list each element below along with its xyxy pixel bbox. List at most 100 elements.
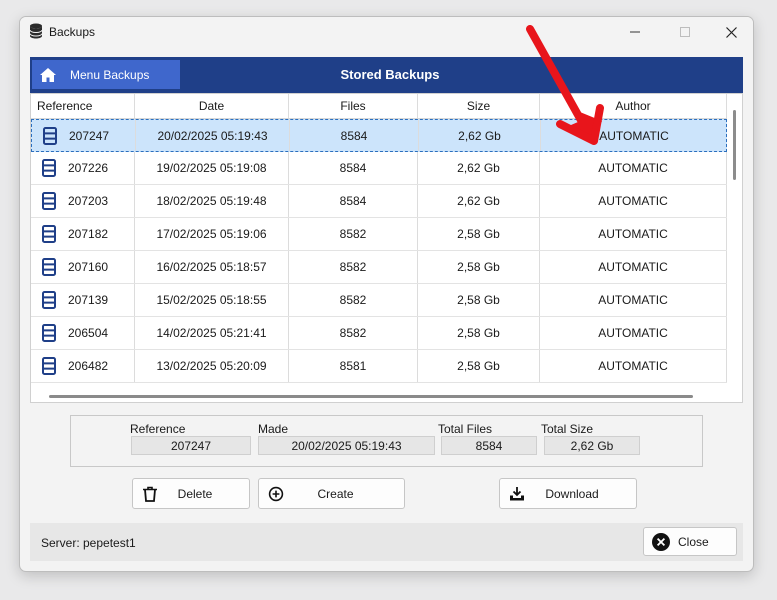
cell-author: AUTOMATIC — [540, 185, 727, 217]
server-label: Server: pepetest1 — [41, 536, 136, 550]
annotation-arrow-icon — [526, 25, 604, 145]
cell-author: AUTOMATIC — [540, 152, 727, 184]
backup-record-icon — [42, 258, 56, 276]
table-row[interactable]: 207203 18/02/2025 05:19:48 8584 2,62 Gb AUTO… — [31, 185, 727, 218]
table-row[interactable]: 206504 14/02/2025 05:21:41 8582 2,58 Gb AUTO… — [31, 317, 727, 350]
backup-record-icon — [42, 357, 56, 375]
table-body: 207247 20/02/2025 05:19:43 8584 2,62 Gb AUTO… — [31, 119, 727, 389]
trash-icon — [143, 486, 157, 502]
table-row[interactable]: 207247 20/02/2025 05:19:43 8584 2,62 Gb AUTO… — [31, 119, 727, 152]
cell-files: 8584 — [290, 120, 419, 151]
create-button[interactable]: Create — [258, 478, 405, 509]
column-header-files[interactable]: Files — [289, 94, 418, 118]
maximize-icon — [680, 27, 690, 37]
header-bar: Menu Backups Stored Backups — [30, 57, 743, 93]
cell-files: 8584 — [289, 152, 418, 184]
cell-date: 17/02/2025 05:19:06 — [135, 218, 289, 250]
reference-text: 206482 — [68, 359, 109, 373]
cell-date: 16/02/2025 05:18:57 — [135, 251, 289, 283]
close-circle-icon — [652, 533, 670, 551]
cell-files: 8582 — [289, 317, 418, 349]
cell-date: 15/02/2025 05:18:55 — [135, 284, 289, 316]
column-header-reference[interactable]: Reference — [31, 94, 135, 118]
cell-date: 20/02/2025 05:19:43 — [136, 120, 290, 151]
cell-author: AUTOMATIC — [540, 350, 727, 382]
table-row[interactable]: 207226 19/02/2025 05:19:08 8584 2,62 Gb AUTO… — [31, 152, 727, 185]
reference-field: 207247 — [131, 436, 251, 455]
table-row[interactable]: 207182 17/02/2025 05:19:06 8582 2,58 Gb AUTO… — [31, 218, 727, 251]
backup-record-icon — [42, 324, 56, 342]
close-icon — [725, 26, 737, 38]
home-icon — [40, 67, 56, 82]
cell-reference: 206504 — [31, 317, 135, 349]
cell-date: 19/02/2025 05:19:08 — [135, 152, 289, 184]
cell-author: AUTOMATIC — [540, 284, 727, 316]
reference-text: 207139 — [68, 293, 109, 307]
reference-label: Reference — [130, 422, 186, 436]
cell-reference: 207247 — [32, 120, 136, 151]
backups-window: Backups Menu Backups Stored Backups Refe… — [19, 16, 754, 572]
made-field: 20/02/2025 05:19:43 — [258, 436, 435, 455]
cell-size: 2,58 Gb — [418, 317, 540, 349]
window-close-button[interactable] — [708, 17, 753, 47]
cell-size: 2,58 Gb — [418, 350, 540, 382]
cell-files: 8581 — [289, 350, 418, 382]
table-row[interactable]: 207139 15/02/2025 05:18:55 8582 2,58 Gb AUTO… — [31, 284, 727, 317]
table-row[interactable]: 207160 16/02/2025 05:18:57 8582 2,58 Gb AUTO… — [31, 251, 727, 284]
status-bar: Server: pepetest1 Close — [30, 523, 743, 561]
cell-date: 18/02/2025 05:19:48 — [135, 185, 289, 217]
backup-record-icon — [42, 192, 56, 210]
menu-backups-label: Menu Backups — [70, 67, 150, 82]
cell-files: 8582 — [289, 284, 418, 316]
cell-reference: 207160 — [31, 251, 135, 283]
backups-table: Reference Date Files Size Author 207247 2… — [30, 93, 743, 403]
reference-text: 207226 — [68, 161, 109, 175]
backup-record-icon — [42, 225, 56, 243]
database-icon — [29, 23, 43, 39]
maximize-button[interactable] — [662, 17, 708, 47]
cell-author: AUTOMATIC — [540, 251, 727, 283]
backup-details-panel: Reference 207247 Made 20/02/2025 05:19:4… — [70, 415, 703, 467]
cell-reference: 207203 — [31, 185, 135, 217]
add-circle-icon — [268, 486, 284, 502]
cell-date: 14/02/2025 05:21:41 — [135, 317, 289, 349]
horizontal-scrollbar[interactable] — [49, 395, 693, 398]
cell-reference: 207226 — [31, 152, 135, 184]
total-files-label: Total Files — [438, 422, 493, 436]
download-icon — [510, 487, 524, 501]
total-size-field: 2,62 Gb — [544, 436, 640, 455]
menu-backups-button[interactable]: Menu Backups — [32, 60, 180, 89]
close-button[interactable]: Close — [643, 527, 737, 556]
backup-record-icon — [42, 159, 56, 177]
table-row[interactable]: 206482 13/02/2025 05:20:09 8581 2,58 Gb AUTO… — [31, 350, 727, 383]
minimize-button[interactable] — [612, 17, 658, 47]
cell-files: 8582 — [289, 251, 418, 283]
cell-date: 13/02/2025 05:20:09 — [135, 350, 289, 382]
minimize-icon — [630, 31, 640, 33]
table-header: Reference Date Files Size Author — [31, 94, 727, 119]
close-label: Close — [678, 535, 709, 549]
cell-reference: 207182 — [31, 218, 135, 250]
reference-text: 207203 — [68, 194, 109, 208]
download-button[interactable]: Download — [499, 478, 637, 509]
cell-files: 8582 — [289, 218, 418, 250]
cell-size: 2,58 Gb — [418, 251, 540, 283]
window-title: Backups — [49, 25, 96, 39]
cell-size: 2,58 Gb — [418, 218, 540, 250]
total-size-label: Total Size — [541, 422, 594, 436]
reference-text: 207247 — [69, 128, 110, 143]
cell-files: 8584 — [289, 185, 418, 217]
cell-reference: 206482 — [31, 350, 135, 382]
column-header-date[interactable]: Date — [135, 94, 289, 118]
vertical-scrollbar[interactable] — [733, 110, 736, 180]
title-bar: Backups — [20, 17, 753, 47]
cell-reference: 207139 — [31, 284, 135, 316]
cell-author: AUTOMATIC — [540, 218, 727, 250]
cell-size: 2,62 Gb — [418, 152, 540, 184]
total-files-field: 8584 — [441, 436, 537, 455]
cell-author: AUTOMATIC — [540, 317, 727, 349]
cell-size: 2,58 Gb — [418, 284, 540, 316]
delete-button[interactable]: Delete — [132, 478, 250, 509]
made-label: Made — [258, 422, 289, 436]
backup-record-icon — [42, 291, 56, 309]
